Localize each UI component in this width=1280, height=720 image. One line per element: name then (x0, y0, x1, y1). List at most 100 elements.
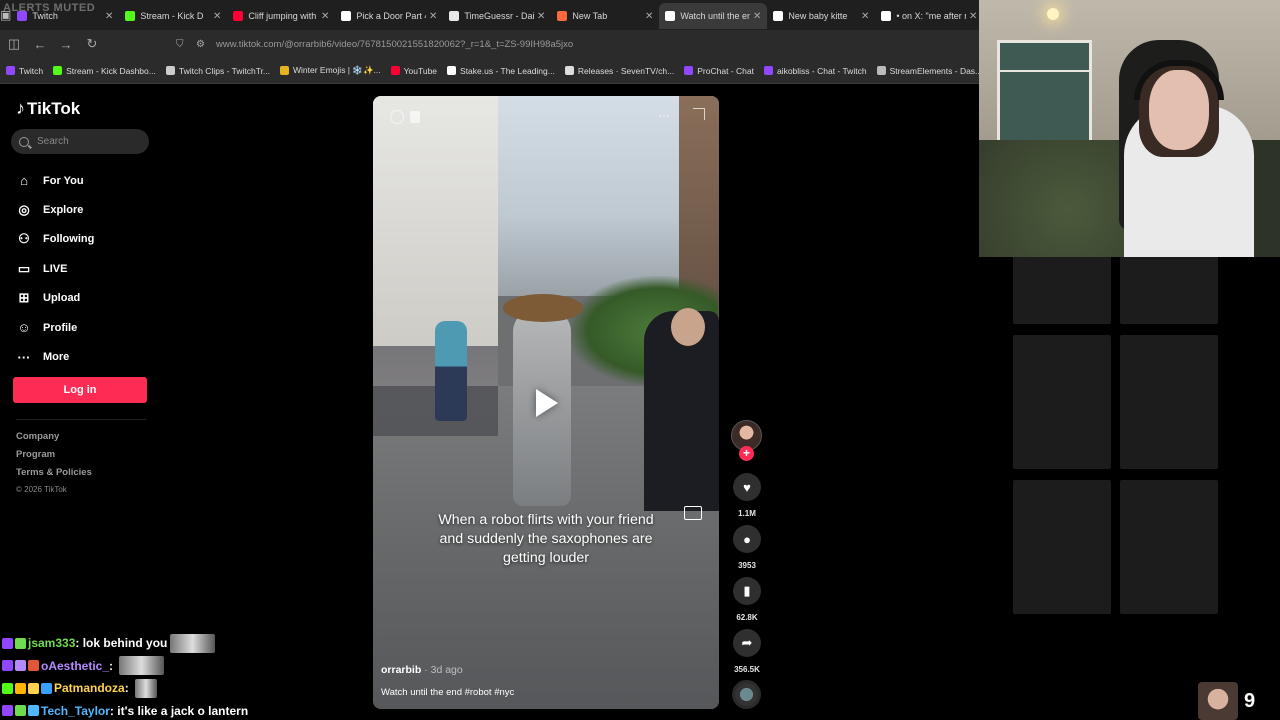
tiktok-note-icon: ♪ (16, 98, 25, 118)
bookmark-item[interactable]: Twitch (6, 66, 43, 76)
bookmark-item[interactable]: ProChat - Chat (684, 66, 754, 76)
chat-text: lok behind you (82, 636, 168, 651)
browser-tab[interactable]: Pick a Door Part 41✕ (335, 3, 443, 29)
close-icon[interactable]: ✕ (213, 11, 221, 22)
browser-tab[interactable]: New baby kitte ✕ (767, 3, 875, 29)
tab-favicon-icon (881, 11, 892, 21)
sidebar-item-following[interactable]: ⚇ Following (16, 225, 94, 254)
browser-tab[interactable]: Stream - Kick D ✕ (119, 3, 227, 29)
chat-badge-icon (28, 705, 39, 717)
share-count: 356.5K (734, 665, 760, 674)
close-icon[interactable]: ✕ (321, 11, 329, 22)
close-icon[interactable]: ✕ (861, 11, 869, 22)
bookmark-item[interactable]: Stream - Kick Dashbo... (53, 66, 156, 76)
sidebar-item-label: Profile (43, 321, 78, 334)
url-text[interactable]: www.tiktok.com/@orrarbib6/video/76781500… (216, 39, 573, 50)
bookmark-item[interactable]: YouTube (390, 66, 437, 76)
fullscreen-icon[interactable] (693, 108, 705, 120)
bookmark-item[interactable]: Stake.us - The Leading... (447, 66, 555, 76)
bookmark-favicon-icon (280, 66, 290, 75)
chat-badge-icon (28, 682, 39, 694)
reload-icon[interactable]: ↻ (80, 32, 104, 56)
play-icon[interactable] (536, 389, 558, 417)
bookmark-label: Stream - Kick Dashbo... (66, 65, 156, 76)
bookmark-favicon-icon (447, 66, 457, 75)
bookmark-item[interactable]: Winter Emojis | ❄️✨... (280, 65, 381, 76)
search-input[interactable] (37, 136, 137, 147)
sidebar-item-live[interactable]: ▭ LIVE (16, 254, 94, 283)
more-icon: ··· (17, 349, 31, 365)
address-bar[interactable]: ⛉ ⚙ www.tiktok.com/@orrarbib6/video/7678… (176, 33, 976, 55)
chat-username: oAesthetic_ (41, 658, 110, 673)
footer-program-link[interactable]: Program (16, 449, 92, 467)
video-author[interactable]: orrarbib (381, 664, 421, 676)
sidebar-item-for-you[interactable]: ⌂ For You (16, 166, 94, 195)
browser-tab[interactable]: • on X: "me after r ✕ (875, 3, 983, 29)
bookmark-item[interactable]: Releases · SevenTV/ch... (564, 66, 674, 76)
browser-navbar: ◫ ← → ↻ ⛉ ⚙ www.tiktok.com/@orrarbib6/vi… (0, 30, 980, 58)
music-disc-icon[interactable] (732, 680, 761, 709)
browser-tab[interactable]: New Tab ✕ (551, 3, 659, 29)
tab-title: TimeGuessr - Daily (464, 11, 534, 21)
login-button[interactable]: Log in (13, 377, 147, 403)
video-frame-kid (435, 321, 467, 421)
browser-tab[interactable]: Cliff jumping with s ✕ (227, 3, 335, 29)
chat-badge-icon (2, 637, 13, 649)
close-icon[interactable]: ✕ (645, 11, 653, 22)
sidebar-item-upload[interactable]: ⊞ Upload (16, 284, 94, 313)
thumbnail-placeholder[interactable] (1120, 480, 1218, 614)
forward-icon[interactable]: → (54, 32, 78, 56)
footer-copyright: © 2026 TikTok (16, 485, 67, 494)
bookmark-favicon-icon (684, 66, 694, 75)
browser-tab[interactable]: Watch until the end ✕ (659, 3, 768, 29)
sidebar-item-profile[interactable]: ☺ Profile (16, 313, 94, 342)
tab-title: • on X: "me after r (896, 11, 966, 21)
tab-favicon-icon (773, 11, 784, 21)
bookmark-item[interactable]: StreamElements - Das... (876, 65, 983, 76)
footer-company-link[interactable]: Company (16, 431, 92, 449)
bookmark-icon[interactable]: ▮ (733, 577, 761, 605)
chat-badge-icon (15, 705, 26, 717)
picture-in-picture-icon[interactable] (684, 506, 702, 520)
heart-icon[interactable]: ♥ (733, 473, 761, 501)
chat-badge-icon (2, 705, 13, 717)
bookmark-item[interactable]: Twitch Clips - TwitchTr... (165, 66, 270, 76)
sidebar-item-more[interactable]: ··· More (16, 342, 94, 371)
footer-terms-link[interactable]: Terms & Policies (16, 467, 92, 485)
close-icon[interactable]: ✕ (537, 11, 545, 22)
thumbnail-placeholder[interactable] (1013, 480, 1111, 614)
tiktok-logo[interactable]: ♪ TikTok (16, 98, 80, 119)
thumbnail-placeholder[interactable] (1013, 335, 1111, 469)
bookmark-favicon-icon (564, 66, 574, 75)
volume-icon[interactable] (390, 110, 404, 124)
user-follow-icon: ⚇ (18, 231, 30, 247)
permissions-icon[interactable]: ⚙ (196, 39, 208, 50)
share-icon[interactable]: ➦ (733, 629, 761, 657)
chat-emote-icon (170, 633, 216, 653)
search-box[interactable] (11, 129, 149, 154)
stream-chat-overlay: jsam333: lok behind you oAesthetic_: Patm… (2, 632, 248, 720)
bookmark-label: Twitch (19, 65, 44, 76)
chat-badge-icon (15, 682, 26, 694)
close-icon[interactable]: ✕ (429, 11, 437, 22)
bookmark-label: StreamElements - Das... (889, 65, 983, 76)
bookmarks-bar: Twitch Stream - Kick Dashbo... Twitch Clip… (0, 58, 983, 84)
browser-tab[interactable]: TimeGuessr - Daily ✕ (443, 3, 551, 29)
more-options-icon[interactable]: ··· (658, 108, 670, 122)
bookmark-item[interactable]: aikobliss - Chat - Twitch (763, 66, 867, 76)
tab-strip: Twitch ✕ Stream - Kick D ✕ Cliff jumping wit… (11, 1, 983, 29)
thumbnail-placeholder[interactable] (1120, 335, 1218, 469)
chat-text: it's like a jack o lantern (117, 703, 249, 718)
comment-icon[interactable]: ● (733, 525, 761, 553)
close-icon[interactable]: ✕ (753, 11, 761, 22)
captions-icon[interactable] (410, 111, 420, 123)
close-icon[interactable]: ✕ (969, 11, 977, 22)
sidebar-item-explore[interactable]: ◎ Explore (16, 195, 94, 224)
close-icon[interactable]: ✕ (105, 11, 113, 22)
video-player[interactable]: ··· When a robot flirts with your friend… (373, 96, 719, 709)
back-icon[interactable]: ← (28, 32, 52, 56)
chat-badge-icon (28, 660, 39, 672)
follow-plus-icon[interactable]: + (739, 446, 754, 461)
viewer-count: 9 (1244, 689, 1256, 712)
sidebar-toggle-icon[interactable]: ◫ (2, 32, 26, 56)
